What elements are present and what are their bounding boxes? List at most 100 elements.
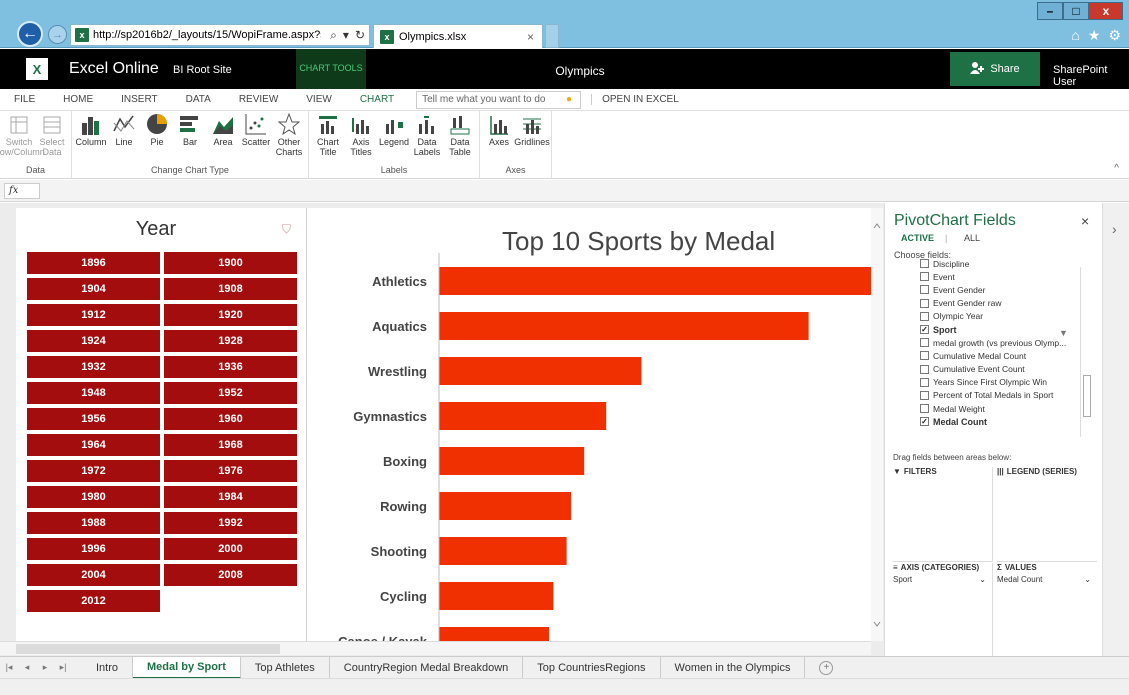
sheet-tab-top-athletes[interactable]: Top Athletes — [241, 656, 330, 679]
field-item[interactable]: Discipline — [920, 257, 1080, 270]
slicer-item[interactable]: 1904 — [27, 278, 160, 300]
prev-sheet-icon[interactable]: ◂ — [18, 662, 36, 673]
checkbox-icon[interactable] — [920, 351, 929, 361]
checkbox-icon[interactable] — [920, 285, 929, 295]
forward-button[interactable]: → — [48, 25, 67, 44]
slicer-item[interactable]: 1980 — [27, 486, 160, 508]
slicer-item[interactable]: 1900 — [164, 252, 297, 274]
field-item[interactable]: ✓ Medal Count — [920, 415, 1080, 427]
share-button[interactable]: Share — [950, 52, 1040, 86]
last-sheet-icon[interactable]: ▸| — [54, 662, 72, 673]
field-item[interactable]: Cumulative Event Count — [920, 363, 1080, 376]
tab-data[interactable]: DATA — [172, 94, 225, 105]
checkbox-icon[interactable] — [920, 298, 929, 308]
new-tab-button[interactable] — [545, 24, 559, 48]
scatter-chart-button[interactable]: Scatter — [241, 113, 271, 165]
bar[interactable] — [439, 582, 554, 610]
slicer-item[interactable]: 1948 — [27, 382, 160, 404]
fx-icon[interactable]: fx — [4, 183, 40, 199]
tab-active-fields[interactable]: ACTIVE — [901, 233, 934, 243]
chevron-right-icon[interactable]: › — [1112, 221, 1117, 237]
home-icon[interactable]: ⌂ — [1071, 27, 1079, 44]
other-charts-button[interactable]: Other Charts — [274, 113, 304, 165]
bar[interactable] — [439, 267, 871, 295]
checkbox-icon[interactable] — [920, 377, 929, 387]
sheet-tab-countryregion-medal-breakdown[interactable]: CountryRegion Medal Breakdown — [330, 656, 524, 679]
first-sheet-icon[interactable]: |◂ — [0, 662, 18, 673]
field-list-scroll-thumb[interactable] — [1083, 375, 1091, 417]
field-item[interactable]: Cumulative Medal Count — [920, 349, 1080, 362]
tab-file[interactable]: FILE — [0, 94, 49, 105]
slicer-item[interactable]: 2008 — [164, 564, 297, 586]
legend-area[interactable]: ||| LEGEND (SERIES) — [997, 467, 1097, 562]
field-item[interactable]: Percent of Total Medals in Sport — [920, 389, 1080, 402]
slicer-item[interactable]: 1988 — [27, 512, 160, 534]
back-button[interactable]: ← — [17, 21, 43, 47]
bar[interactable] — [439, 447, 585, 475]
slicer-item[interactable]: 1968 — [164, 434, 297, 456]
switch-row-column-button[interactable]: Switch Row/Column — [0, 113, 45, 165]
field-item[interactable]: Event Gender raw — [920, 297, 1080, 310]
slicer-item[interactable]: 1984 — [164, 486, 297, 508]
add-sheet-icon[interactable]: + — [819, 660, 834, 675]
filter-icon[interactable]: ▼ — [1059, 328, 1068, 338]
slicer-item[interactable]: 1920 — [164, 304, 297, 326]
user-name[interactable]: SharePoint User — [1053, 64, 1129, 88]
field-item[interactable]: Olympic Year — [920, 310, 1080, 323]
browser-tab[interactable]: x Olympics.xlsx × — [373, 24, 543, 48]
settings-gear-icon[interactable]: ⚙ — [1108, 27, 1121, 44]
field-item[interactable]: Years Since First Olympic Win — [920, 376, 1080, 389]
bar[interactable] — [439, 627, 549, 641]
slicer-item[interactable]: 2012 — [27, 590, 160, 612]
select-data-button[interactable]: Select Data — [37, 113, 67, 165]
chevron-down-icon[interactable]: ⌄ — [979, 575, 986, 584]
values-field-item[interactable]: Medal Count ⌄ — [997, 575, 1097, 584]
bar[interactable] — [439, 312, 809, 340]
tab-all-fields[interactable]: ALL — [964, 233, 980, 243]
search-icon[interactable]: ⌕ — [330, 28, 337, 43]
field-item[interactable]: Event — [920, 270, 1080, 283]
bar-chart-button[interactable]: Bar — [175, 113, 205, 165]
pie-chart-button[interactable]: Pie — [142, 113, 172, 165]
close-window-button[interactable]: x — [1089, 2, 1123, 20]
filters-area[interactable]: ▼ FILTERS — [893, 467, 993, 562]
slicer-item[interactable]: 1924 — [27, 330, 160, 352]
tab-review[interactable]: REVIEW — [225, 94, 292, 105]
slicer-item[interactable]: 1912 — [27, 304, 160, 326]
axis-titles-button[interactable]: Axis Titles — [346, 113, 376, 165]
collapse-ribbon-icon[interactable]: ^ — [1114, 163, 1119, 174]
tab-chart[interactable]: CHART — [346, 94, 408, 105]
slicer-item[interactable]: 1896 — [27, 252, 160, 274]
url-text[interactable]: http://sp2016b2/_layouts/15/WopiFrame.as… — [93, 29, 321, 41]
checkbox-icon[interactable] — [920, 311, 929, 321]
horizontal-scroll-thumb[interactable] — [16, 644, 280, 654]
slicer-item[interactable]: 1932 — [27, 356, 160, 378]
area-chart-button[interactable]: Area — [208, 113, 238, 165]
sheet-tab-women-in-the-olympics[interactable]: Women in the Olympics — [661, 656, 806, 679]
slicer-item[interactable]: 1952 — [164, 382, 297, 404]
slicer-item[interactable]: 1928 — [164, 330, 297, 352]
checkbox-icon[interactable] — [920, 404, 929, 414]
favorites-star-icon[interactable]: ★ — [1088, 27, 1101, 44]
open-in-excel-button[interactable]: OPEN IN EXCEL — [591, 94, 679, 105]
pane-expand-strip[interactable]: › — [1102, 203, 1129, 656]
column-chart-button[interactable]: Column — [76, 113, 107, 165]
slicer-item[interactable]: 1996 — [27, 538, 160, 560]
next-sheet-icon[interactable]: ▸ — [36, 662, 54, 673]
maximize-button[interactable]: □ — [1063, 2, 1089, 20]
document-title[interactable]: Olympics — [520, 64, 640, 78]
excel-logo-icon[interactable]: X — [26, 58, 48, 80]
field-item[interactable]: ✓ Sport — [920, 323, 1080, 336]
bar[interactable] — [439, 537, 567, 565]
site-link[interactable]: BI Root Site — [173, 64, 232, 76]
app-name[interactable]: Excel Online — [69, 60, 159, 78]
axis-field-item[interactable]: Sport ⌄ — [893, 575, 992, 584]
bar[interactable] — [439, 357, 642, 385]
axis-area[interactable]: ≡ AXIS (CATEGORIES) Sport ⌄ — [893, 563, 993, 658]
slicer-item[interactable]: 2004 — [27, 564, 160, 586]
slicer-item[interactable]: 1964 — [27, 434, 160, 456]
checkbox-icon[interactable] — [920, 364, 929, 374]
legend-button[interactable]: Legend — [379, 113, 409, 165]
field-item[interactable]: Event Gender — [920, 283, 1080, 296]
close-tab-icon[interactable]: × — [527, 30, 534, 44]
